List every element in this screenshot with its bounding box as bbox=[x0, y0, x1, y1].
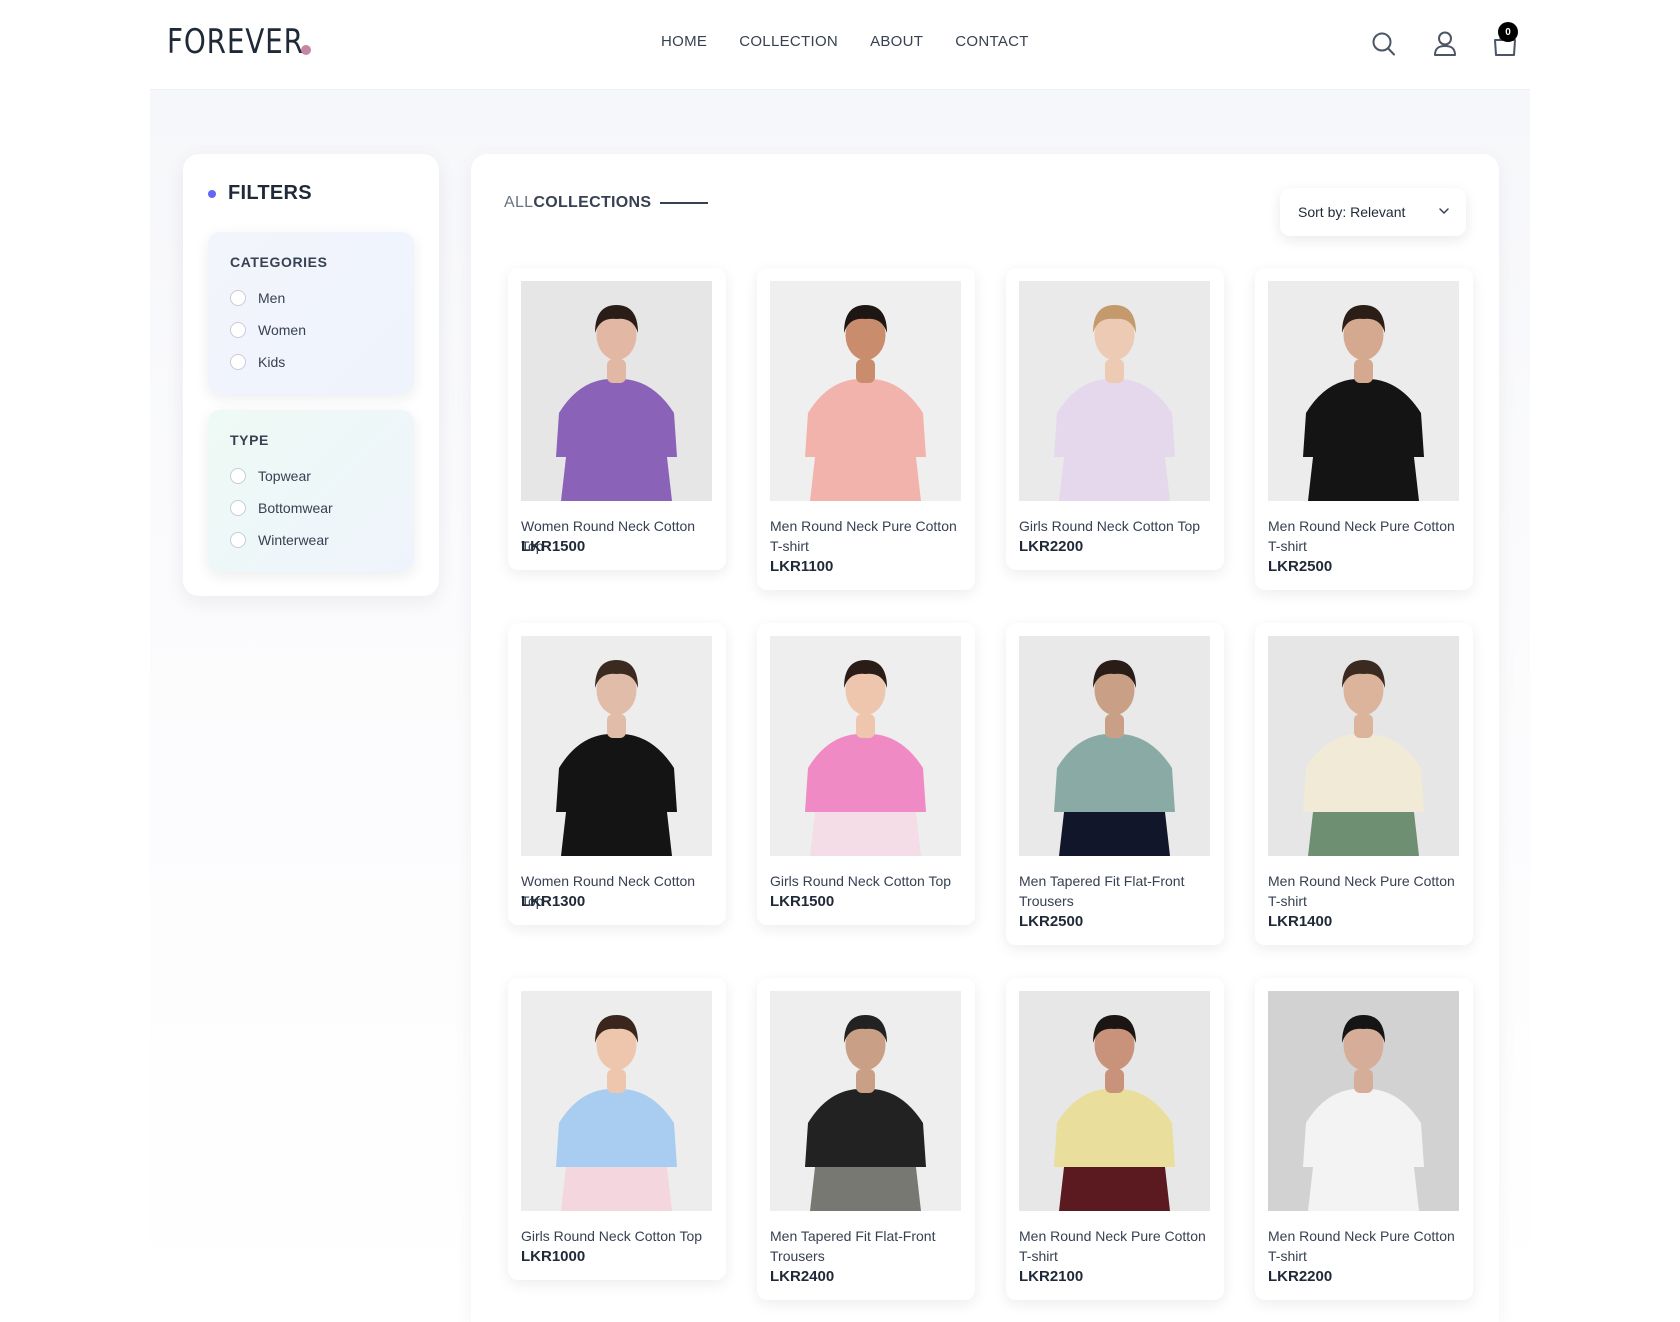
product-price: LKR2500 bbox=[1019, 913, 1084, 930]
product-name[interactable]: Men Round Neck Pure Cotton T-shirt bbox=[1268, 871, 1463, 911]
product-image[interactable] bbox=[1019, 636, 1210, 856]
site-header: FOREVER HOME COLLECTION ABOUT CONTACT 0 bbox=[0, 0, 1680, 90]
product-price: LKR1500 bbox=[770, 893, 835, 910]
product-price: LKR2500 bbox=[1268, 558, 1333, 575]
option-label: Kids bbox=[258, 354, 286, 370]
product-price: LKR1400 bbox=[1268, 913, 1333, 930]
title-underline bbox=[660, 202, 709, 204]
checkbox[interactable] bbox=[230, 532, 246, 548]
product-card[interactable]: Men Round Neck Pure Cotton T-shirt LKR140… bbox=[1255, 623, 1473, 945]
category-option-women[interactable]: Women bbox=[230, 320, 306, 340]
logo-dot bbox=[301, 45, 311, 55]
product-name[interactable]: Men Tapered Fit Flat-Front Trousers bbox=[1019, 871, 1214, 911]
user-icon[interactable] bbox=[1432, 30, 1458, 58]
product-card[interactable]: Men Round Neck Pure Cotton T-shirt LKR250… bbox=[1255, 268, 1473, 590]
product-price: LKR1500 bbox=[521, 538, 586, 555]
product-price: LKR2200 bbox=[1268, 1268, 1333, 1285]
nav-contact[interactable]: CONTACT bbox=[955, 32, 1028, 52]
product-image[interactable] bbox=[521, 636, 712, 856]
title-main: COLLECTIONS bbox=[533, 194, 652, 211]
product-card[interactable]: Men Round Neck Pure Cotton T-shirt LKR220… bbox=[1255, 978, 1473, 1300]
checkbox[interactable] bbox=[230, 290, 246, 306]
product-image[interactable] bbox=[770, 991, 961, 1211]
product-name[interactable]: Girls Round Neck Cotton Top bbox=[770, 871, 965, 891]
product-image[interactable] bbox=[1268, 281, 1459, 501]
product-name[interactable]: Men Round Neck Pure Cotton T-shirt bbox=[1268, 1226, 1463, 1266]
product-card[interactable]: Men Tapered Fit Flat-Front Trousers LKR24… bbox=[757, 978, 975, 1300]
filters-dot bbox=[208, 190, 216, 198]
product-price: LKR1300 bbox=[521, 893, 586, 910]
checkbox[interactable] bbox=[230, 468, 246, 484]
product-price: LKR2400 bbox=[770, 1268, 835, 1285]
product-card[interactable]: Women Round Neck Cotton Top LKR1300 bbox=[508, 623, 726, 925]
product-card[interactable]: Men Round Neck Pure Cotton T-shirt LKR110… bbox=[757, 268, 975, 590]
type-option-topwear[interactable]: Topwear bbox=[230, 466, 311, 486]
product-image[interactable] bbox=[1268, 991, 1459, 1211]
product-card[interactable]: Girls Round Neck Cotton Top LKR2200 bbox=[1006, 268, 1224, 570]
product-price: LKR1100 bbox=[770, 558, 834, 575]
option-label: Women bbox=[258, 322, 306, 338]
product-price: LKR2100 bbox=[1019, 1268, 1084, 1285]
product-name[interactable]: Girls Round Neck Cotton Top bbox=[1019, 516, 1214, 536]
search-icon[interactable] bbox=[1371, 30, 1397, 58]
category-option-men[interactable]: Men bbox=[230, 288, 285, 308]
product-name[interactable]: Girls Round Neck Cotton Top bbox=[521, 1226, 716, 1246]
product-price: LKR2200 bbox=[1019, 538, 1084, 555]
checkbox[interactable] bbox=[230, 354, 246, 370]
chevron-down-icon bbox=[1439, 208, 1449, 214]
product-card[interactable]: Girls Round Neck Cotton Top LKR1500 bbox=[757, 623, 975, 925]
type-heading: TYPE bbox=[230, 432, 269, 448]
product-name[interactable]: Men Round Neck Pure Cotton T-shirt bbox=[770, 516, 965, 556]
nav-home[interactable]: HOME bbox=[661, 32, 707, 52]
main-nav: HOME COLLECTION ABOUT CONTACT bbox=[661, 32, 1029, 52]
product-image[interactable] bbox=[1268, 636, 1459, 856]
collection-title: ALL COLLECTIONS bbox=[504, 194, 709, 212]
option-label: Bottomwear bbox=[258, 500, 333, 516]
product-name[interactable]: Men Round Neck Pure Cotton T-shirt bbox=[1019, 1226, 1214, 1266]
type-option-bottomwear[interactable]: Bottomwear bbox=[230, 498, 333, 518]
type-option-winterwear[interactable]: Winterwear bbox=[230, 530, 329, 550]
sort-select[interactable]: Sort by: Relevant bbox=[1280, 188, 1466, 236]
checkbox[interactable] bbox=[230, 500, 246, 516]
product-price: LKR1000 bbox=[521, 1248, 586, 1265]
product-card[interactable]: Men Round Neck Pure Cotton T-shirt LKR210… bbox=[1006, 978, 1224, 1300]
product-image[interactable] bbox=[521, 281, 712, 501]
filters-panel: FILTERS CATEGORIES Men Women Kids TYPE T… bbox=[183, 154, 439, 596]
filters-title: FILTERS bbox=[228, 182, 312, 204]
product-image[interactable] bbox=[770, 281, 961, 501]
checkbox[interactable] bbox=[230, 322, 246, 338]
logo-text: FOREVER bbox=[167, 22, 304, 62]
categories-heading: CATEGORIES bbox=[230, 254, 328, 270]
category-option-kids[interactable]: Kids bbox=[230, 352, 285, 372]
option-label: Winterwear bbox=[258, 532, 329, 548]
product-name[interactable]: Men Round Neck Pure Cotton T-shirt bbox=[1268, 516, 1463, 556]
categories-filter: CATEGORIES Men Women Kids bbox=[208, 232, 414, 394]
type-filter: TYPE Topwear Bottomwear Winterwear bbox=[208, 410, 414, 572]
product-card[interactable]: Girls Round Neck Cotton Top LKR1000 bbox=[508, 978, 726, 1280]
option-label: Topwear bbox=[258, 468, 311, 484]
product-card[interactable]: Men Tapered Fit Flat-Front Trousers LKR25… bbox=[1006, 623, 1224, 945]
product-image[interactable] bbox=[1019, 281, 1210, 501]
sort-label: Sort by: Relevant bbox=[1298, 204, 1406, 220]
option-label: Men bbox=[258, 290, 286, 306]
nav-collection[interactable]: COLLECTION bbox=[739, 32, 838, 52]
product-image[interactable] bbox=[1019, 991, 1210, 1211]
title-prefix: ALL bbox=[504, 194, 534, 211]
product-card[interactable]: Women Round Neck Cotton Top LKR1500 bbox=[508, 268, 726, 570]
product-name[interactable]: Men Tapered Fit Flat-Front Trousers bbox=[770, 1226, 965, 1266]
product-image[interactable] bbox=[770, 636, 961, 856]
brand-logo[interactable]: FOREVER bbox=[167, 22, 334, 62]
cart-count-badge: 0 bbox=[1498, 22, 1518, 42]
product-image[interactable] bbox=[521, 991, 712, 1211]
nav-about[interactable]: ABOUT bbox=[870, 32, 923, 52]
